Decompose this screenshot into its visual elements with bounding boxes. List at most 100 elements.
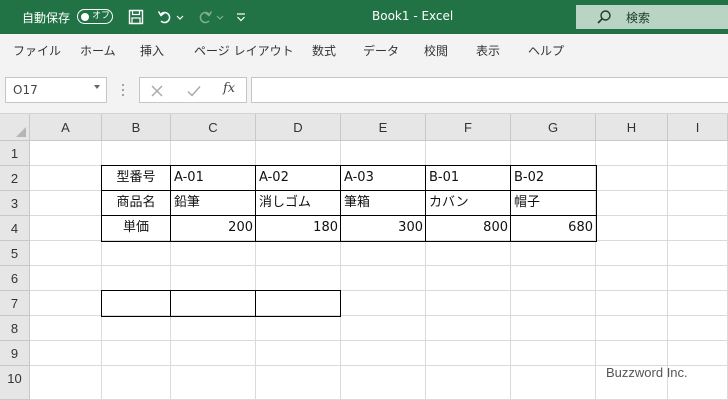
- cell-C4[interactable]: 200: [171, 216, 256, 241]
- row-header[interactable]: 4: [0, 216, 30, 241]
- cell-A2[interactable]: [30, 166, 102, 191]
- cell-B8[interactable]: [102, 316, 171, 341]
- cell-H2[interactable]: [596, 166, 668, 191]
- row-header[interactable]: 9: [0, 341, 30, 366]
- cell-G8[interactable]: [511, 316, 596, 341]
- cell-F6[interactable]: [426, 266, 511, 291]
- select-all-button[interactable]: [0, 114, 30, 141]
- cell-E3[interactable]: 筆箱: [341, 191, 426, 216]
- cell-E4[interactable]: 300: [341, 216, 426, 241]
- cell-B7[interactable]: [102, 291, 171, 316]
- redo-dropdown-icon[interactable]: [215, 8, 225, 26]
- undo-icon[interactable]: [156, 8, 174, 26]
- row-header[interactable]: 8: [0, 316, 30, 341]
- cell-I5[interactable]: [668, 241, 728, 266]
- row-header[interactable]: 2: [0, 166, 30, 191]
- worksheet-grid[interactable]: A B C D E F G H I 1 2 3 4 5 6 7 8 9 10 型…: [0, 114, 728, 400]
- column-header[interactable]: F: [426, 114, 511, 141]
- column-header[interactable]: A: [30, 114, 102, 141]
- cell-A4[interactable]: [30, 216, 102, 241]
- cell-B9[interactable]: [102, 341, 171, 366]
- cell-D9[interactable]: [256, 341, 341, 366]
- cell-E6[interactable]: [341, 266, 426, 291]
- cell-H8[interactable]: [596, 316, 668, 341]
- tab-insert[interactable]: 挿入: [140, 42, 164, 59]
- row-header[interactable]: 6: [0, 266, 30, 291]
- cell-C6[interactable]: [171, 266, 256, 291]
- cell-B6[interactable]: [102, 266, 171, 291]
- cell-A9[interactable]: [30, 341, 102, 366]
- cell-H1[interactable]: [596, 141, 668, 166]
- column-header[interactable]: D: [256, 114, 341, 141]
- cell-E7[interactable]: [341, 291, 426, 316]
- cell-I1[interactable]: [668, 141, 728, 166]
- tab-review[interactable]: 校閲: [424, 42, 448, 59]
- cancel-icon[interactable]: [148, 82, 166, 100]
- cell-C1[interactable]: [171, 141, 256, 166]
- cell-D8[interactable]: [256, 316, 341, 341]
- column-header[interactable]: C: [171, 114, 256, 141]
- cell-B1[interactable]: [102, 141, 171, 166]
- cell-G10[interactable]: [511, 366, 596, 400]
- customize-qat-icon[interactable]: [234, 8, 248, 26]
- cell-B5[interactable]: [102, 241, 171, 266]
- cell-G1[interactable]: [511, 141, 596, 166]
- row-header[interactable]: 7: [0, 291, 30, 316]
- cell-G6[interactable]: [511, 266, 596, 291]
- cell-F2[interactable]: B-01: [426, 166, 511, 191]
- cell-H6[interactable]: [596, 266, 668, 291]
- cell-A1[interactable]: [30, 141, 102, 166]
- cell-G9[interactable]: [511, 341, 596, 366]
- name-box-dropdown-icon[interactable]: [94, 85, 100, 89]
- undo-dropdown-icon[interactable]: [175, 8, 185, 26]
- tab-help[interactable]: ヘルプ: [528, 42, 564, 59]
- tab-page-layout[interactable]: ページ レイアウト: [194, 42, 294, 59]
- row-header[interactable]: 1: [0, 141, 30, 166]
- redo-icon[interactable]: [196, 8, 214, 26]
- cell-D3[interactable]: 消しゴム: [256, 191, 341, 216]
- cell-H4[interactable]: [596, 216, 668, 241]
- enter-check-icon[interactable]: [185, 82, 203, 100]
- row-header[interactable]: 10: [0, 366, 30, 400]
- cell-D5[interactable]: [256, 241, 341, 266]
- drag-handle-icon[interactable]: [120, 82, 126, 98]
- cell-G3[interactable]: 帽子: [511, 191, 596, 216]
- cell-H5[interactable]: [596, 241, 668, 266]
- tab-formulas[interactable]: 数式: [312, 42, 336, 59]
- cell-A10[interactable]: [30, 366, 102, 400]
- cell-A3[interactable]: [30, 191, 102, 216]
- cell-A8[interactable]: [30, 316, 102, 341]
- cell-E10[interactable]: [341, 366, 426, 400]
- cell-E1[interactable]: [341, 141, 426, 166]
- tab-file[interactable]: ファイル: [13, 42, 61, 59]
- tab-view[interactable]: 表示: [476, 42, 500, 59]
- cell-F10[interactable]: [426, 366, 511, 400]
- cell-E8[interactable]: [341, 316, 426, 341]
- formula-input[interactable]: [251, 77, 728, 103]
- cell-C5[interactable]: [171, 241, 256, 266]
- cell-I9[interactable]: [668, 341, 728, 366]
- cell-F5[interactable]: [426, 241, 511, 266]
- cell-A5[interactable]: [30, 241, 102, 266]
- cell-F1[interactable]: [426, 141, 511, 166]
- row-header[interactable]: 3: [0, 191, 30, 216]
- cell-D1[interactable]: [256, 141, 341, 166]
- cell-D10[interactable]: [256, 366, 341, 400]
- cell-F9[interactable]: [426, 341, 511, 366]
- cell-C7[interactable]: [171, 291, 256, 316]
- cell-C10[interactable]: [171, 366, 256, 400]
- cell-G4[interactable]: 680: [511, 216, 596, 241]
- column-header[interactable]: H: [596, 114, 668, 141]
- cell-F3[interactable]: カバン: [426, 191, 511, 216]
- cell-D6[interactable]: [256, 266, 341, 291]
- cell-I4[interactable]: [668, 216, 728, 241]
- cell-B10[interactable]: [102, 366, 171, 400]
- column-header[interactable]: E: [341, 114, 426, 141]
- column-header[interactable]: B: [102, 114, 171, 141]
- cell-C9[interactable]: [171, 341, 256, 366]
- cell-C8[interactable]: [171, 316, 256, 341]
- cell-D4[interactable]: 180: [256, 216, 341, 241]
- cell-E9[interactable]: [341, 341, 426, 366]
- insert-function-icon[interactable]: fx: [223, 81, 235, 96]
- cell-F4[interactable]: 800: [426, 216, 511, 241]
